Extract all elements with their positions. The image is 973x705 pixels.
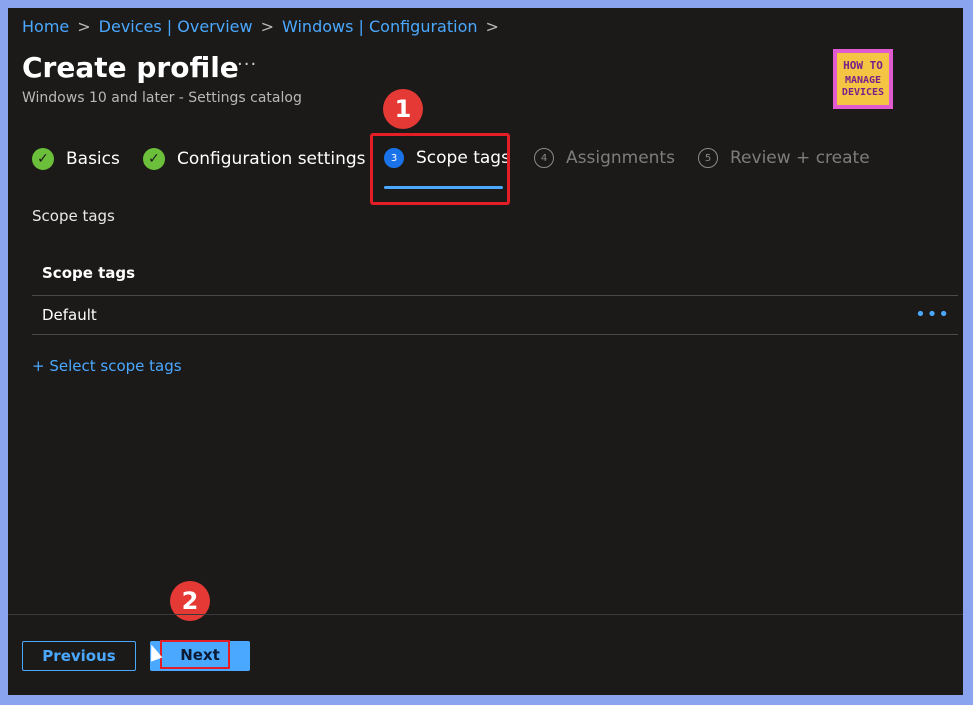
check-icon: ✓: [143, 148, 165, 170]
step-label: Basics: [66, 149, 120, 169]
step-configuration-settings[interactable]: ✓ Configuration settings: [143, 148, 366, 170]
step-assignments[interactable]: 4 Assignments: [534, 148, 675, 168]
more-options-button[interactable]: ···: [237, 54, 257, 75]
check-icon: ✓: [32, 148, 54, 170]
annotation-highlight-scope-tags: [370, 133, 510, 205]
step-basics[interactable]: ✓ Basics: [32, 148, 120, 170]
section-label: Scope tags: [32, 207, 115, 225]
page-title: Create profile: [22, 51, 239, 84]
annotation-highlight-next: [160, 640, 230, 669]
breadcrumb-separator: >: [260, 17, 275, 36]
footer-divider: [8, 614, 963, 615]
annotation-badge-1: 1: [383, 89, 423, 129]
breadcrumb-separator: >: [485, 17, 499, 36]
page-subtitle: Windows 10 and later - Settings catalog: [22, 90, 302, 106]
logo-text-line2: MANAGE: [844, 75, 882, 86]
step-review-create[interactable]: 5 Review + create: [698, 148, 870, 168]
breadcrumb: Home > Devices | Overview > Windows | Config…: [22, 17, 507, 36]
logo-text-line3: DEVICES: [841, 87, 885, 98]
scope-tag-name: Default: [42, 306, 97, 324]
select-scope-tags-link[interactable]: + Select scope tags: [32, 357, 182, 375]
breadcrumb-separator: >: [77, 17, 91, 36]
breadcrumb-devices-overview[interactable]: Devices | Overview: [99, 17, 253, 36]
breadcrumb-windows-configuration[interactable]: Windows | Configuration: [282, 17, 478, 36]
logo-text-line1: HOW TO: [843, 59, 883, 72]
annotation-badge-2: 2: [170, 581, 210, 621]
step-label: Assignments: [566, 148, 675, 168]
row-more-options-icon[interactable]: •••: [915, 296, 950, 334]
app-window: Home > Devices | Overview > Windows | Config…: [8, 8, 963, 695]
scope-tags-table: Scope tags Default •••: [32, 251, 958, 335]
breadcrumb-home[interactable]: Home: [22, 17, 69, 36]
table-header: Scope tags: [32, 251, 958, 296]
previous-button[interactable]: Previous: [22, 641, 136, 671]
step-number-badge: 5: [698, 148, 718, 168]
step-number-badge: 4: [534, 148, 554, 168]
step-label: Configuration settings: [177, 149, 366, 169]
how-to-manage-devices-logo: HOW TO MANAGE DEVICES: [833, 49, 893, 109]
table-row: Default •••: [32, 296, 958, 335]
step-label: Review + create: [730, 148, 870, 168]
